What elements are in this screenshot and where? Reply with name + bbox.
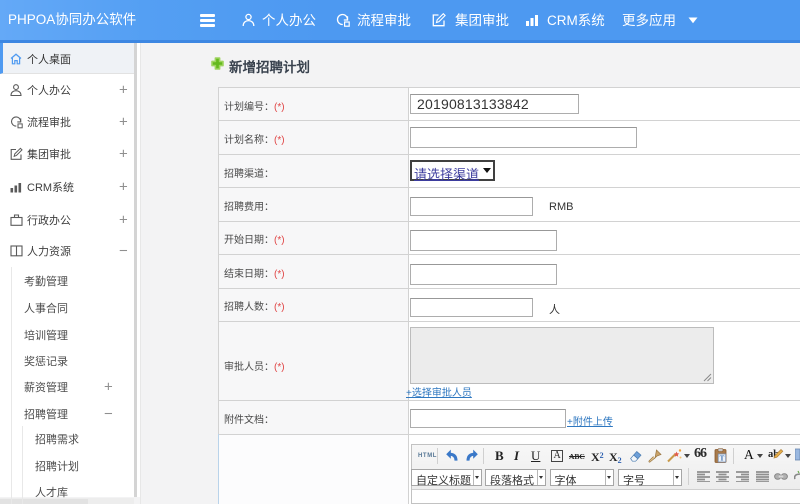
svg-text:T: T — [720, 455, 725, 463]
